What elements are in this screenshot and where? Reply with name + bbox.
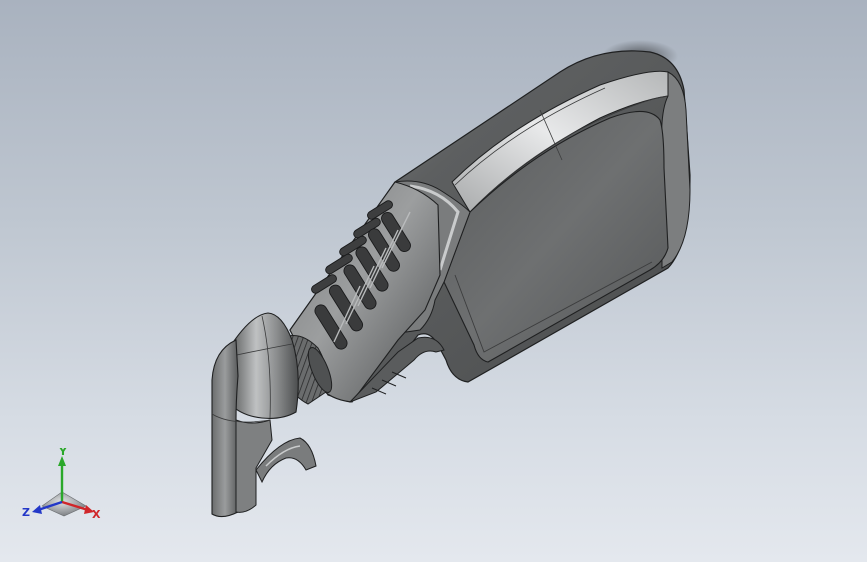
triad-base — [41, 491, 87, 517]
graphics-viewport[interactable]: Y X Z — [0, 0, 867, 562]
down-tube — [211, 339, 239, 518]
x-axis-label: X — [92, 508, 101, 521]
z-axis-label: Z — [22, 506, 30, 519]
y-axis-label: Y — [58, 448, 68, 458]
cad-model[interactable] — [0, 0, 867, 562]
orientation-triad[interactable]: Y X Z — [22, 448, 106, 524]
nose-cone — [227, 312, 299, 419]
z-axis-arrow — [32, 505, 42, 514]
